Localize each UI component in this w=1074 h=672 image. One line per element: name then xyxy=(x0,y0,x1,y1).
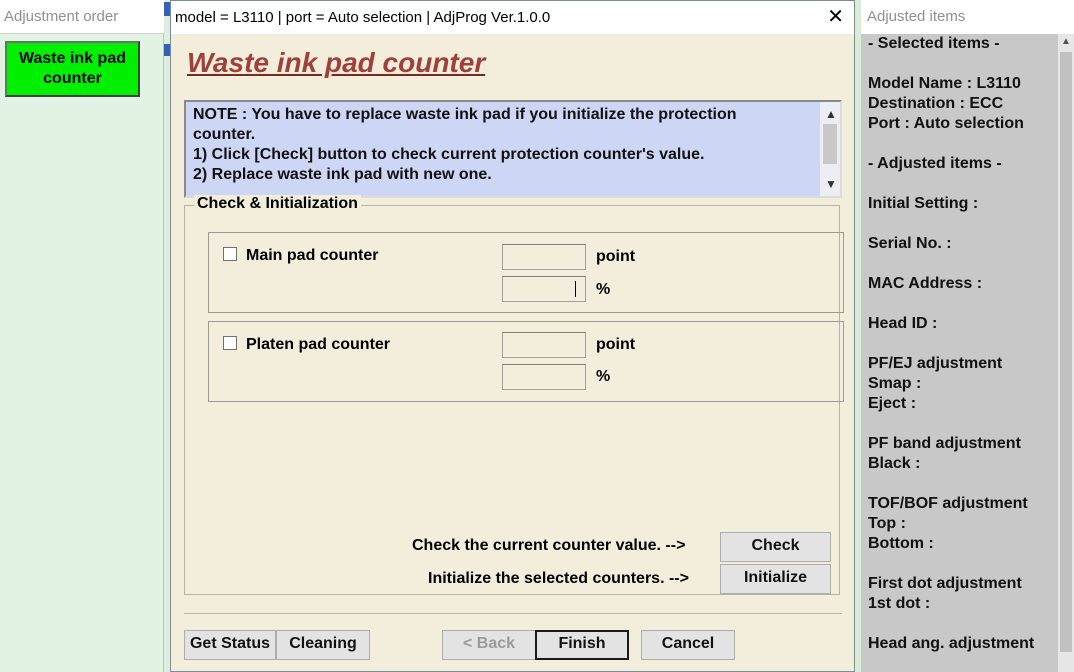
adjusted-items-list: - Selected items - Model Name : L3110 De… xyxy=(868,34,1058,654)
list-item: - Selected items - xyxy=(868,35,1000,52)
adjustment-order-title: Adjustment order xyxy=(0,0,164,34)
list-item xyxy=(868,334,1058,354)
list-item xyxy=(868,414,1058,434)
note-textbox[interactable]: NOTE : You have to replace waste ink pad… xyxy=(184,100,842,198)
finish-button[interactable]: Finish xyxy=(535,630,629,660)
back-button[interactable]: < Back xyxy=(442,630,536,660)
note-line: 2) Replace waste ink pad with new one. xyxy=(193,166,492,183)
list-item xyxy=(868,614,1058,634)
cleaning-button[interactable]: Cleaning xyxy=(276,630,370,660)
scroll-thumb[interactable] xyxy=(823,124,837,164)
list-item: Model Name : L3110 xyxy=(868,75,1021,92)
get-status-button[interactable]: Get Status xyxy=(184,630,276,660)
cancel-button[interactable]: Cancel xyxy=(641,630,735,660)
check-hint: Check the current counter value. --> xyxy=(412,537,686,554)
list-item xyxy=(868,294,1058,314)
list-item: Eject : xyxy=(868,395,917,412)
window-title: model = L3110 | port = Auto selection | … xyxy=(175,9,551,26)
scroll-thumb[interactable] xyxy=(1060,52,1072,652)
waste-ink-pad-dialog: model = L3110 | port = Auto selection | … xyxy=(170,0,855,672)
list-item: TOF/BOF adjustment xyxy=(868,495,1028,512)
list-item: Top : xyxy=(868,515,906,532)
list-item xyxy=(868,554,1058,574)
list-item xyxy=(868,474,1058,494)
list-item: Smap : xyxy=(868,375,922,392)
percent-unit-label: % xyxy=(596,281,611,298)
main-pad-percent-field[interactable] xyxy=(502,276,586,302)
list-item: Head ang. adjustment xyxy=(868,635,1035,652)
adjusted-items-title: Adjusted items xyxy=(861,0,1074,34)
footer-separator xyxy=(184,613,842,614)
list-item: Black : xyxy=(868,455,921,472)
initialize-hint: Initialize the selected counters. --> xyxy=(428,570,689,587)
check-initialization-group: Check & Initialization Main pad counter … xyxy=(184,195,844,595)
initialize-button[interactable]: Initialize xyxy=(720,564,831,594)
note-scrollbar[interactable]: ▲ ▼ xyxy=(820,102,840,196)
page-title: Waste ink pad counter xyxy=(187,47,486,78)
list-item xyxy=(868,254,1058,274)
list-item xyxy=(868,134,1058,154)
main-pad-counter-box: Main pad counter point % xyxy=(208,232,844,313)
note-line: NOTE : You have to replace waste ink pad… xyxy=(193,106,737,123)
list-item: PF/EJ adjustment xyxy=(868,355,1003,372)
list-item xyxy=(868,54,1058,74)
list-item: MAC Address : xyxy=(868,275,983,292)
waste-ink-pad-counter-item[interactable]: Waste ink pad counter xyxy=(5,41,140,97)
check-button[interactable]: Check xyxy=(720,532,831,562)
text-caret xyxy=(575,281,576,297)
list-item: 1st dot : xyxy=(868,595,931,612)
main-pad-checkbox[interactable] xyxy=(223,247,237,261)
dialog-titlebar: model = L3110 | port = Auto selection | … xyxy=(171,1,854,34)
list-item: Initial Setting : xyxy=(868,195,979,212)
list-item xyxy=(868,214,1058,234)
point-unit-label: point xyxy=(596,248,636,265)
list-item: First dot adjustment xyxy=(868,575,1022,592)
note-line: counter. xyxy=(193,126,256,143)
percent-unit-label: % xyxy=(596,368,611,385)
list-item: Bottom : xyxy=(868,535,934,552)
list-item: Head ID : xyxy=(868,315,938,332)
list-item: Port : Auto selection xyxy=(868,115,1024,132)
list-item: - Adjusted items - xyxy=(868,155,1002,172)
main-pad-point-field[interactable] xyxy=(502,244,586,270)
scroll-down-icon[interactable]: ▼ xyxy=(825,174,837,194)
close-icon[interactable]: ✕ xyxy=(827,5,844,29)
platen-pad-checkbox[interactable] xyxy=(223,336,237,350)
scroll-up-icon[interactable]: ▲ xyxy=(1061,36,1071,47)
platen-pad-percent-field[interactable] xyxy=(502,364,586,390)
scroll-up-icon[interactable]: ▲ xyxy=(825,104,837,124)
adjustment-order-panel: Adjustment order Waste ink pad counter xyxy=(0,0,164,672)
note-line: 1) Click [Check] button to check current… xyxy=(193,146,705,163)
list-item: Destination : ECC xyxy=(868,95,1004,112)
platen-pad-point-field[interactable] xyxy=(502,332,586,358)
list-item: Serial No. : xyxy=(868,235,952,252)
group-label: Check & Initialization xyxy=(194,195,361,213)
platen-pad-counter-box: Platen pad counter point % xyxy=(208,321,844,402)
adjusted-items-scrollbar[interactable]: ▲ xyxy=(1058,34,1074,672)
list-item: PF band adjustment xyxy=(868,435,1021,452)
point-unit-label: point xyxy=(596,336,636,353)
platen-pad-label: Platen pad counter xyxy=(246,336,391,353)
adjusted-items-panel: Adjusted items - Selected items - Model … xyxy=(861,0,1074,672)
list-item xyxy=(868,174,1058,194)
main-pad-label: Main pad counter xyxy=(246,247,379,264)
